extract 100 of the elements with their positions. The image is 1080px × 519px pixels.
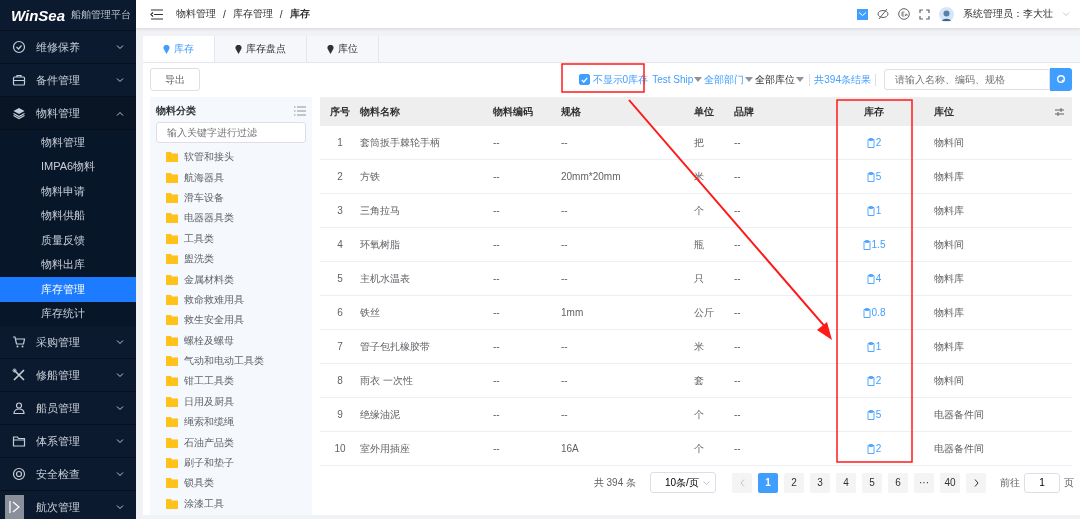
table-cell: 物料库	[910, 194, 1072, 228]
page-button[interactable]: 40	[940, 472, 960, 493]
filter-dropdown[interactable]: 全部库位	[754, 72, 806, 87]
breadcrumb-item[interactable]: 物料管理	[176, 7, 216, 21]
column-header: 序号	[320, 97, 360, 126]
table-cell: --	[493, 432, 561, 466]
table-cell: 个	[694, 398, 734, 432]
tab[interactable]: 库位	[307, 36, 379, 62]
table-cell: 物料间	[910, 364, 1072, 398]
page-field[interactable]: 1	[1024, 472, 1060, 493]
table-cell: 只	[694, 262, 734, 296]
table-cell: --	[734, 126, 838, 160]
sidebar-item[interactable]: 采购管理	[0, 326, 136, 359]
search-field[interactable]: 请输入名称、编码、规格	[884, 68, 1050, 90]
sidebar-subitem[interactable]: 库存统计	[0, 301, 136, 326]
category-item[interactable]: 刷子和垫子	[156, 452, 306, 474]
column-header: 库位	[934, 104, 954, 119]
category-item[interactable]: 电器器具类	[156, 208, 306, 229]
category-item[interactable]: 软管和接头	[156, 147, 306, 168]
sidebar-item[interactable]: 船员管理	[0, 392, 136, 425]
table-cell: --	[493, 126, 561, 160]
sidebar-item[interactable]: 修船管理	[0, 359, 136, 392]
user-name[interactable]: 系统管理员：李大壮	[963, 7, 1053, 21]
table-cell: --	[561, 262, 694, 296]
logo-subtitle: 船舶管理平台	[71, 8, 132, 22]
page-suffix: 页	[1064, 475, 1074, 490]
category-item[interactable]: 绳索和缆绳	[156, 412, 306, 433]
table-cell: --	[493, 296, 561, 330]
table-cell: 个	[694, 432, 734, 466]
filter-field[interactable]: 输入关键字进行过滤	[156, 122, 306, 143]
sidebar-subitem[interactable]: IMPA6物料	[0, 154, 136, 179]
table-cell: --	[493, 398, 561, 432]
table-cell: 4	[320, 228, 360, 262]
table-cell: 室外用插座	[360, 432, 493, 466]
logo: WinSea	[11, 6, 66, 24]
total-count: 共 394 条	[593, 475, 636, 490]
breadcrumb-item[interactable]: 库存管理	[232, 7, 273, 21]
category-item[interactable]: 救命救难用具	[156, 289, 306, 311]
table-cell: 绝缘油泥	[360, 398, 493, 432]
sidebar-item[interactable]: 物料管理	[0, 97, 136, 130]
category-item[interactable]: 盥洗类	[156, 248, 306, 270]
category-item[interactable]: 钳工工具类	[156, 371, 306, 392]
breadcrumb-separator: /	[223, 8, 226, 20]
table-cell: 3	[320, 194, 360, 228]
table-cell: 物料库	[910, 296, 1072, 330]
table-cell: 把	[694, 126, 734, 160]
category-item[interactable]: 滑车设备	[156, 187, 306, 209]
tab[interactable]: 库存盘点	[215, 36, 307, 62]
sidebar-item[interactable]: 维修保养	[0, 31, 136, 64]
page-size-select[interactable]: 10条/页	[650, 472, 716, 493]
category-item[interactable]: 锁具类	[156, 473, 306, 494]
table-cell: --	[493, 194, 561, 228]
sidebar-subitem[interactable]: 库存管理	[0, 277, 136, 302]
page-button[interactable]: 5	[862, 472, 882, 493]
column-header: 品牌	[734, 97, 838, 126]
column-header: 单位	[694, 97, 734, 126]
sidebar-subitem[interactable]: 物料供船	[0, 203, 136, 228]
category-item[interactable]: 螺栓及螺母	[156, 330, 306, 351]
sidebar-subitem[interactable]: 物料申请	[0, 179, 136, 204]
column-header: 物料编码	[493, 97, 561, 126]
page-button[interactable]: 4	[836, 472, 856, 493]
category-item[interactable]: 气动和电动工具类	[156, 350, 306, 372]
category-item[interactable]: 石油产品类	[156, 432, 306, 453]
category-item[interactable]: 日用及厨具	[156, 391, 306, 413]
table-cell: --	[561, 364, 694, 398]
table-cell: 雨衣 一次性	[360, 364, 493, 398]
table-cell: 套	[694, 364, 734, 398]
category-item[interactable]: 航海器具	[156, 167, 306, 188]
table-cell: --	[561, 228, 694, 262]
sidebar-item[interactable]: 安全检查	[0, 458, 136, 491]
breadcrumb-item[interactable]: 库存	[289, 7, 310, 21]
table-cell: --	[734, 398, 838, 432]
table-cell: --	[493, 262, 561, 296]
export-button[interactable]: 导出	[150, 68, 200, 91]
page-button[interactable]: ···	[914, 472, 934, 493]
category-item[interactable]: 工具类	[156, 228, 306, 249]
breadcrumb-separator: /	[279, 8, 283, 20]
table-cell: 物料库	[910, 160, 1072, 194]
table-cell: 7	[320, 330, 360, 364]
table-cell: --	[493, 364, 561, 398]
category-item[interactable]: 涂漆工具	[156, 493, 306, 515]
category-item[interactable]: 金属材料类	[156, 269, 306, 290]
table-cell: 1mm	[561, 296, 694, 330]
sidebar-subitem[interactable]: 物料管理	[0, 130, 136, 155]
table-cell: --	[734, 432, 838, 466]
table-cell: --	[561, 330, 694, 364]
page-button[interactable]: 2	[784, 472, 804, 493]
category-item[interactable]: 救生安全用具	[156, 310, 306, 331]
table-cell: 2	[320, 160, 360, 194]
table-cell: --	[561, 398, 694, 432]
sidebar-item[interactable]: 体系管理	[0, 425, 136, 458]
page-button[interactable]: 3	[810, 472, 830, 493]
page-button[interactable]: 6	[888, 472, 908, 493]
goto-label: 前往	[1000, 475, 1020, 490]
sidebar-subitem[interactable]: 物料出库	[0, 252, 136, 277]
sidebar-subitem[interactable]: 质量反馈	[0, 228, 136, 253]
table-cell: 三角拉马	[360, 194, 493, 228]
table-cell: --	[493, 160, 561, 194]
table-cell: 8	[320, 364, 360, 398]
table-cell: 10	[320, 432, 360, 466]
